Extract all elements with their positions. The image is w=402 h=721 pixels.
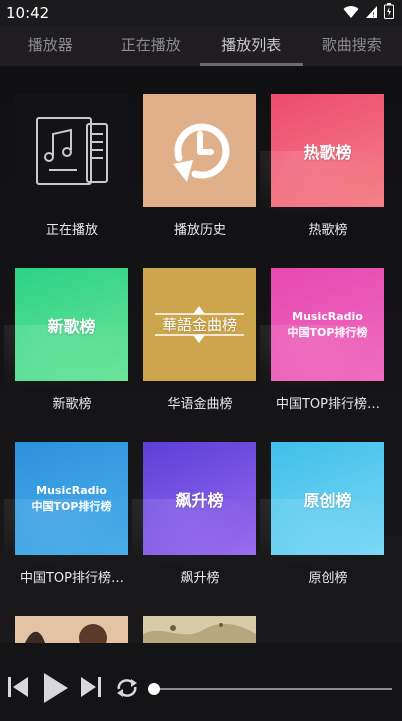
cover-text: 中国TOP排行榜	[287, 326, 368, 339]
playlist-grid: 正在播放 播放历史 热歌榜 热歌榜 新歌榜 新歌榜 華語金曲榜 华语金曲榜 Mu…	[0, 66, 402, 643]
tile-now-playing[interactable]	[15, 94, 128, 207]
tile-new-songs[interactable]: 新歌榜	[3, 268, 140, 404]
tile-soaring[interactable]: 飙升榜	[131, 442, 268, 578]
tile-label-chinese-golden: 华语金曲榜	[167, 397, 233, 412]
tab-bar: 播放器 正在播放 播放列表 歌曲搜索	[0, 26, 402, 66]
tab-now-playing[interactable]: 正在播放	[101, 26, 202, 66]
tab-playlist[interactable]: 播放列表	[200, 26, 303, 66]
wifi-icon	[343, 4, 359, 23]
cover-brand: MusicRadio	[36, 484, 107, 497]
album-art-image	[143, 616, 256, 643]
tile-label-play-history: 播放历史	[173, 223, 226, 238]
music-sheet-icon	[36, 117, 108, 185]
tile-artwork-1[interactable]	[15, 616, 128, 643]
tile-label-china-top-1: 中国TOP排行榜…	[275, 397, 380, 412]
history-clock-icon	[173, 123, 230, 182]
tile-label-china-top-2: 中国TOP排行榜…	[19, 571, 124, 586]
previous-button[interactable]	[7, 676, 29, 698]
next-button[interactable]	[80, 676, 102, 698]
signal-icon: !	[365, 4, 378, 23]
battery-icon	[384, 3, 394, 23]
tile-label-new-songs: 新歌榜	[52, 397, 92, 412]
status-time: 10:42	[6, 4, 50, 22]
svg-text:!: !	[372, 11, 375, 19]
cover-text: 華語金曲榜	[161, 316, 237, 334]
tile-china-top-2[interactable]: MusicRadio 中国TOP排行榜	[3, 442, 140, 578]
tile-china-top-1[interactable]: MusicRadio 中国TOP排行榜	[259, 268, 396, 404]
tile-label-hot-songs: 热歌榜	[308, 223, 348, 238]
tab-song-search[interactable]: 歌曲搜索	[302, 26, 402, 66]
progress-track[interactable]	[154, 688, 392, 690]
tab-playlist-label: 播放列表	[221, 36, 282, 54]
status-bar: 10:42 !	[0, 0, 402, 26]
tile-label-original: 原创榜	[308, 571, 348, 586]
tile-original[interactable]: 原创榜	[259, 442, 396, 578]
cover-text: 新歌榜	[47, 316, 96, 336]
tile-chinese-golden[interactable]: 華語金曲榜	[143, 268, 256, 381]
cover-brand: MusicRadio	[292, 310, 363, 323]
cover-text: 热歌榜	[303, 142, 352, 162]
repeat-icon[interactable]	[115, 677, 139, 699]
cover-text: 飙升榜	[175, 490, 224, 510]
cover-text: 原创榜	[303, 490, 352, 510]
play-button[interactable]	[43, 672, 69, 704]
tile-hot-songs[interactable]: 热歌榜	[259, 94, 396, 230]
progress-knob[interactable]	[148, 683, 160, 695]
tile-label-soaring: 飙升榜	[180, 571, 220, 586]
tile-play-history[interactable]	[143, 94, 256, 207]
player-bar	[0, 643, 402, 721]
tile-label-now-playing: 正在播放	[45, 223, 98, 238]
status-icons: !	[343, 3, 394, 23]
album-art-image	[15, 616, 128, 643]
tab-player[interactable]: 播放器	[0, 26, 101, 66]
tile-artwork-2[interactable]	[143, 616, 256, 643]
cover-text: 中国TOP排行榜	[31, 500, 112, 513]
